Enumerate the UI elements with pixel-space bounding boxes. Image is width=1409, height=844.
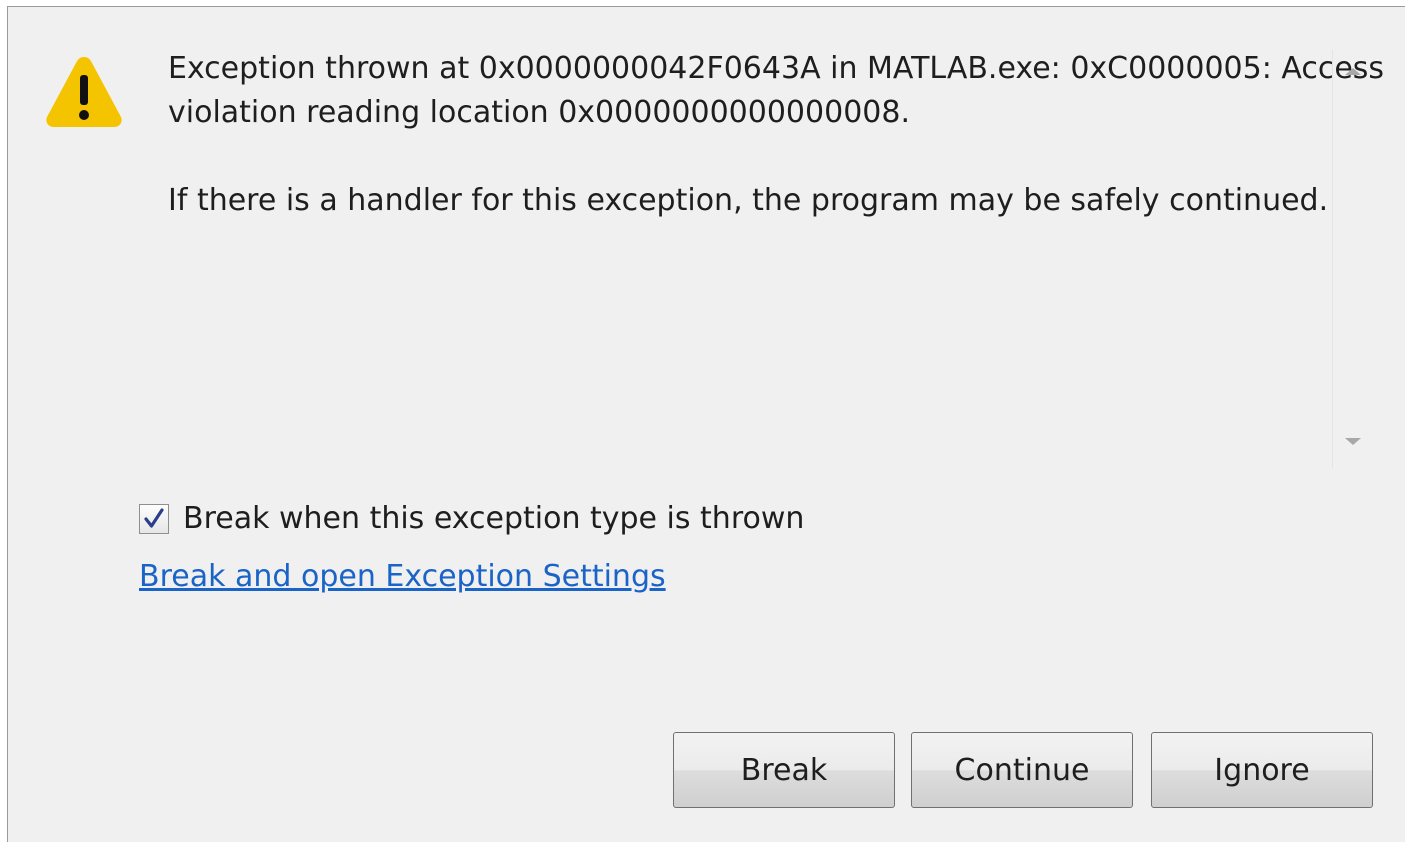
break-button[interactable]: Break: [673, 732, 895, 808]
ignore-button[interactable]: Ignore: [1151, 732, 1373, 808]
scroll-up-arrow-icon[interactable]: [1345, 68, 1361, 75]
message-line-3: If there is a handler for this exception…: [168, 183, 1329, 218]
exception-message: Exception thrown at 0x0000000042F0643A i…: [168, 47, 1385, 467]
checkmark-icon: [144, 507, 164, 528]
message-line-1: Exception thrown at 0x0000000042F0643A i…: [168, 51, 1385, 86]
break-on-exception-checkbox[interactable]: [139, 503, 169, 534]
message-line-2: violation reading location 0x00000000000…: [168, 95, 910, 130]
continue-button[interactable]: Continue: [911, 732, 1133, 808]
exception-settings-link[interactable]: Break and open Exception Settings: [139, 559, 666, 594]
message-scrollbar[interactable]: [1332, 50, 1374, 468]
scroll-down-arrow-icon[interactable]: [1345, 438, 1361, 445]
warning-triangle-icon: [46, 57, 122, 127]
checkbox-label: Break when this exception type is thrown: [183, 501, 805, 536]
break-on-exception-option[interactable]: Break when this exception type is thrown: [139, 501, 804, 536]
exception-dialog: Exception thrown at 0x0000000042F0643A i…: [7, 6, 1405, 842]
